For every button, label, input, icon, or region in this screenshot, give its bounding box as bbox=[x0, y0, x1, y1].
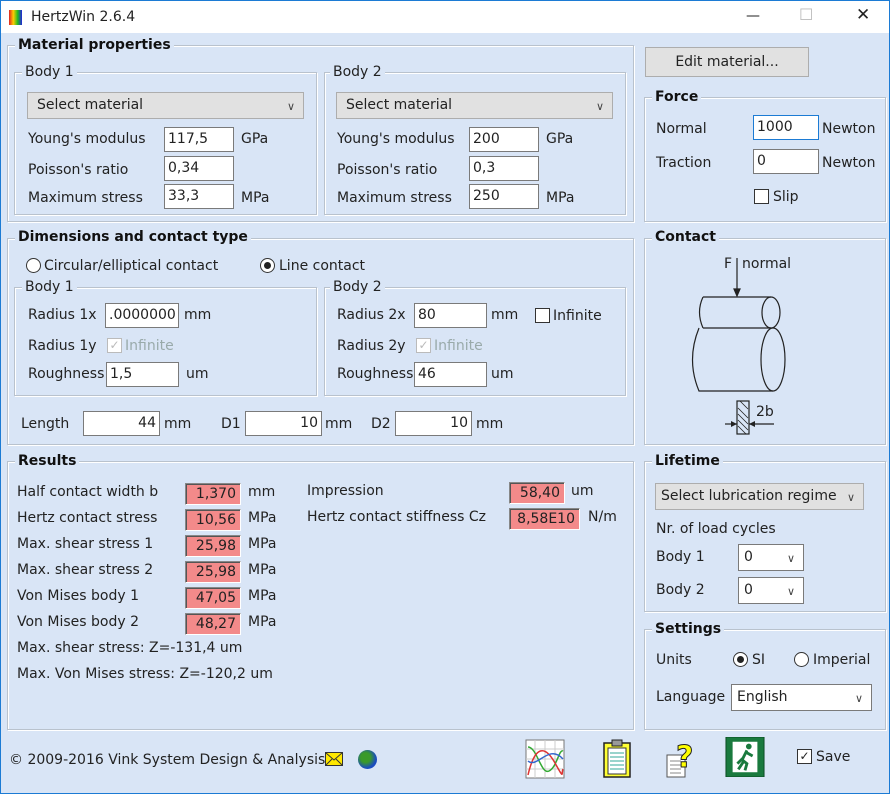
svg-text:?: ? bbox=[676, 740, 693, 775]
globe-icon[interactable] bbox=[358, 750, 377, 769]
save-label: Save bbox=[816, 749, 851, 765]
chart-icon[interactable] bbox=[525, 739, 565, 779]
result-label: Max. shear stress 1 bbox=[17, 536, 154, 552]
units-imperial-label: Imperial bbox=[813, 652, 871, 668]
help-icon[interactable]: ? bbox=[662, 739, 702, 779]
stiffness-label: Hertz contact stiffness Cz bbox=[307, 509, 486, 525]
select-value: 0 bbox=[744, 549, 753, 565]
result-unit: MPa bbox=[248, 588, 277, 604]
select-value: 0 bbox=[744, 582, 753, 598]
stiffness-unit: N/m bbox=[588, 509, 617, 525]
result-label: Von Mises body 2 bbox=[17, 614, 139, 630]
units-si-radio[interactable] bbox=[733, 652, 748, 667]
units-imperial-radio[interactable] bbox=[794, 652, 809, 667]
select-value: Select lubrication regime bbox=[661, 488, 837, 504]
lifetime-title: Lifetime bbox=[652, 453, 723, 469]
result-value: 47,05 bbox=[185, 587, 241, 609]
result-unit: MPa bbox=[248, 562, 277, 578]
result-value: 10,56 bbox=[185, 509, 241, 531]
results-title: Results bbox=[15, 453, 80, 469]
impression-label: Impression bbox=[307, 483, 384, 499]
normal-direction-label: normal bbox=[742, 256, 792, 272]
lubrication-regime-select[interactable]: Select lubrication regime ∨ bbox=[655, 483, 864, 510]
units-si-label: SI bbox=[752, 652, 766, 668]
contact-width-label: 2b bbox=[756, 404, 774, 420]
impression-value: 58,40 bbox=[509, 482, 565, 504]
units-label: Units bbox=[656, 652, 692, 668]
result-unit: MPa bbox=[248, 536, 277, 552]
result-value: 25,98 bbox=[185, 561, 241, 583]
select-value: English bbox=[737, 689, 788, 705]
force-symbol-label: F bbox=[724, 256, 733, 272]
result-label: Half contact width b bbox=[17, 484, 159, 500]
lifetime-body1-label: Body 1 bbox=[656, 549, 705, 565]
load-cycles-label: Nr. of load cycles bbox=[656, 521, 776, 537]
chevron-down-icon: ∨ bbox=[786, 552, 795, 565]
save-checkbox[interactable]: ✓ bbox=[797, 749, 812, 764]
language-select[interactable]: English ∨ bbox=[731, 684, 872, 711]
envelope-glyph bbox=[325, 752, 343, 766]
settings-title: Settings bbox=[652, 621, 725, 637]
result-unit: MPa bbox=[248, 614, 277, 630]
result-label: Max. shear stress 2 bbox=[17, 562, 154, 578]
max-shear-depth: Max. shear stress: Z=-131,4 um bbox=[17, 640, 243, 656]
copyright-text: © 2009-2016 Vink System Design & Analysi… bbox=[9, 752, 326, 768]
language-label: Language bbox=[656, 689, 726, 705]
chevron-down-icon: ∨ bbox=[786, 585, 795, 598]
stiffness-value: 8,58E10 bbox=[509, 508, 580, 530]
email-icon[interactable] bbox=[325, 752, 343, 766]
exit-icon[interactable] bbox=[725, 737, 765, 777]
lifetime-body1-select[interactable]: 0 ∨ bbox=[738, 544, 804, 571]
result-label: Von Mises body 1 bbox=[17, 588, 139, 604]
result-label: Hertz contact stress bbox=[17, 510, 158, 526]
result-unit: MPa bbox=[248, 510, 277, 526]
result-value: 25,98 bbox=[185, 535, 241, 557]
chevron-down-icon: ∨ bbox=[846, 491, 855, 504]
lifetime-body2-label: Body 2 bbox=[656, 582, 705, 598]
impression-unit: um bbox=[571, 483, 594, 499]
lifetime-body2-select[interactable]: 0 ∨ bbox=[738, 577, 804, 604]
result-value: 48,27 bbox=[185, 613, 241, 635]
clipboard-icon[interactable] bbox=[598, 739, 638, 779]
chevron-down-icon: ∨ bbox=[854, 692, 863, 705]
settings-group bbox=[644, 629, 886, 730]
result-unit: mm bbox=[248, 484, 276, 500]
result-value: 1,370 bbox=[185, 483, 241, 505]
max-von-mises-depth: Max. Von Mises stress: Z=-120,2 um bbox=[17, 666, 273, 682]
